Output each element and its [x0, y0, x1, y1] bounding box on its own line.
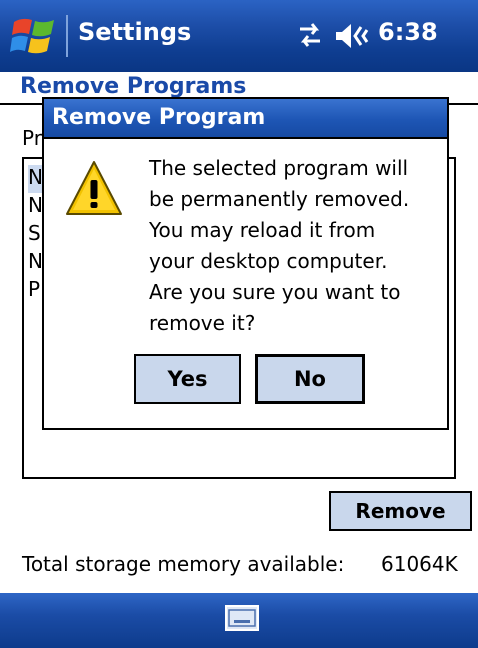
- title-bar: Settings 6:38: [0, 0, 478, 72]
- title-separator: [66, 15, 68, 57]
- warning-icon: [66, 161, 122, 215]
- dialog-message-line: your desktop computer.: [149, 249, 388, 273]
- dialog-message-line: You may reload it from: [149, 218, 376, 242]
- yes-button[interactable]: Yes: [134, 354, 241, 404]
- remove-button[interactable]: Remove: [329, 491, 472, 531]
- dialog-message-line: be permanently removed.: [149, 187, 410, 211]
- clock[interactable]: 6:38: [378, 18, 438, 46]
- storage-label: Total storage memory available:: [22, 552, 345, 576]
- windows-start-icon[interactable]: [10, 14, 60, 58]
- dialog-message-line: Are you sure you want to: [149, 280, 401, 304]
- dialog-divider: [44, 137, 447, 139]
- dialog-message-line: remove it?: [149, 311, 256, 335]
- app-title[interactable]: Settings: [78, 18, 191, 46]
- connectivity-icon[interactable]: [294, 19, 326, 51]
- keyboard-icon[interactable]: [225, 605, 259, 631]
- volume-icon[interactable]: [333, 20, 369, 52]
- dialog-title: Remove Program: [52, 105, 266, 130]
- menu-bar: [0, 593, 478, 648]
- dialog-message-line: The selected program will: [149, 156, 409, 180]
- programs-label: Pr: [22, 126, 42, 150]
- page-title: Remove Programs: [20, 74, 247, 99]
- remove-program-dialog: Remove Program The selected program will…: [42, 97, 449, 430]
- no-button[interactable]: No: [255, 354, 365, 404]
- storage-value: 61064K: [381, 552, 458, 576]
- dialog-title-bar: Remove Program: [44, 99, 447, 137]
